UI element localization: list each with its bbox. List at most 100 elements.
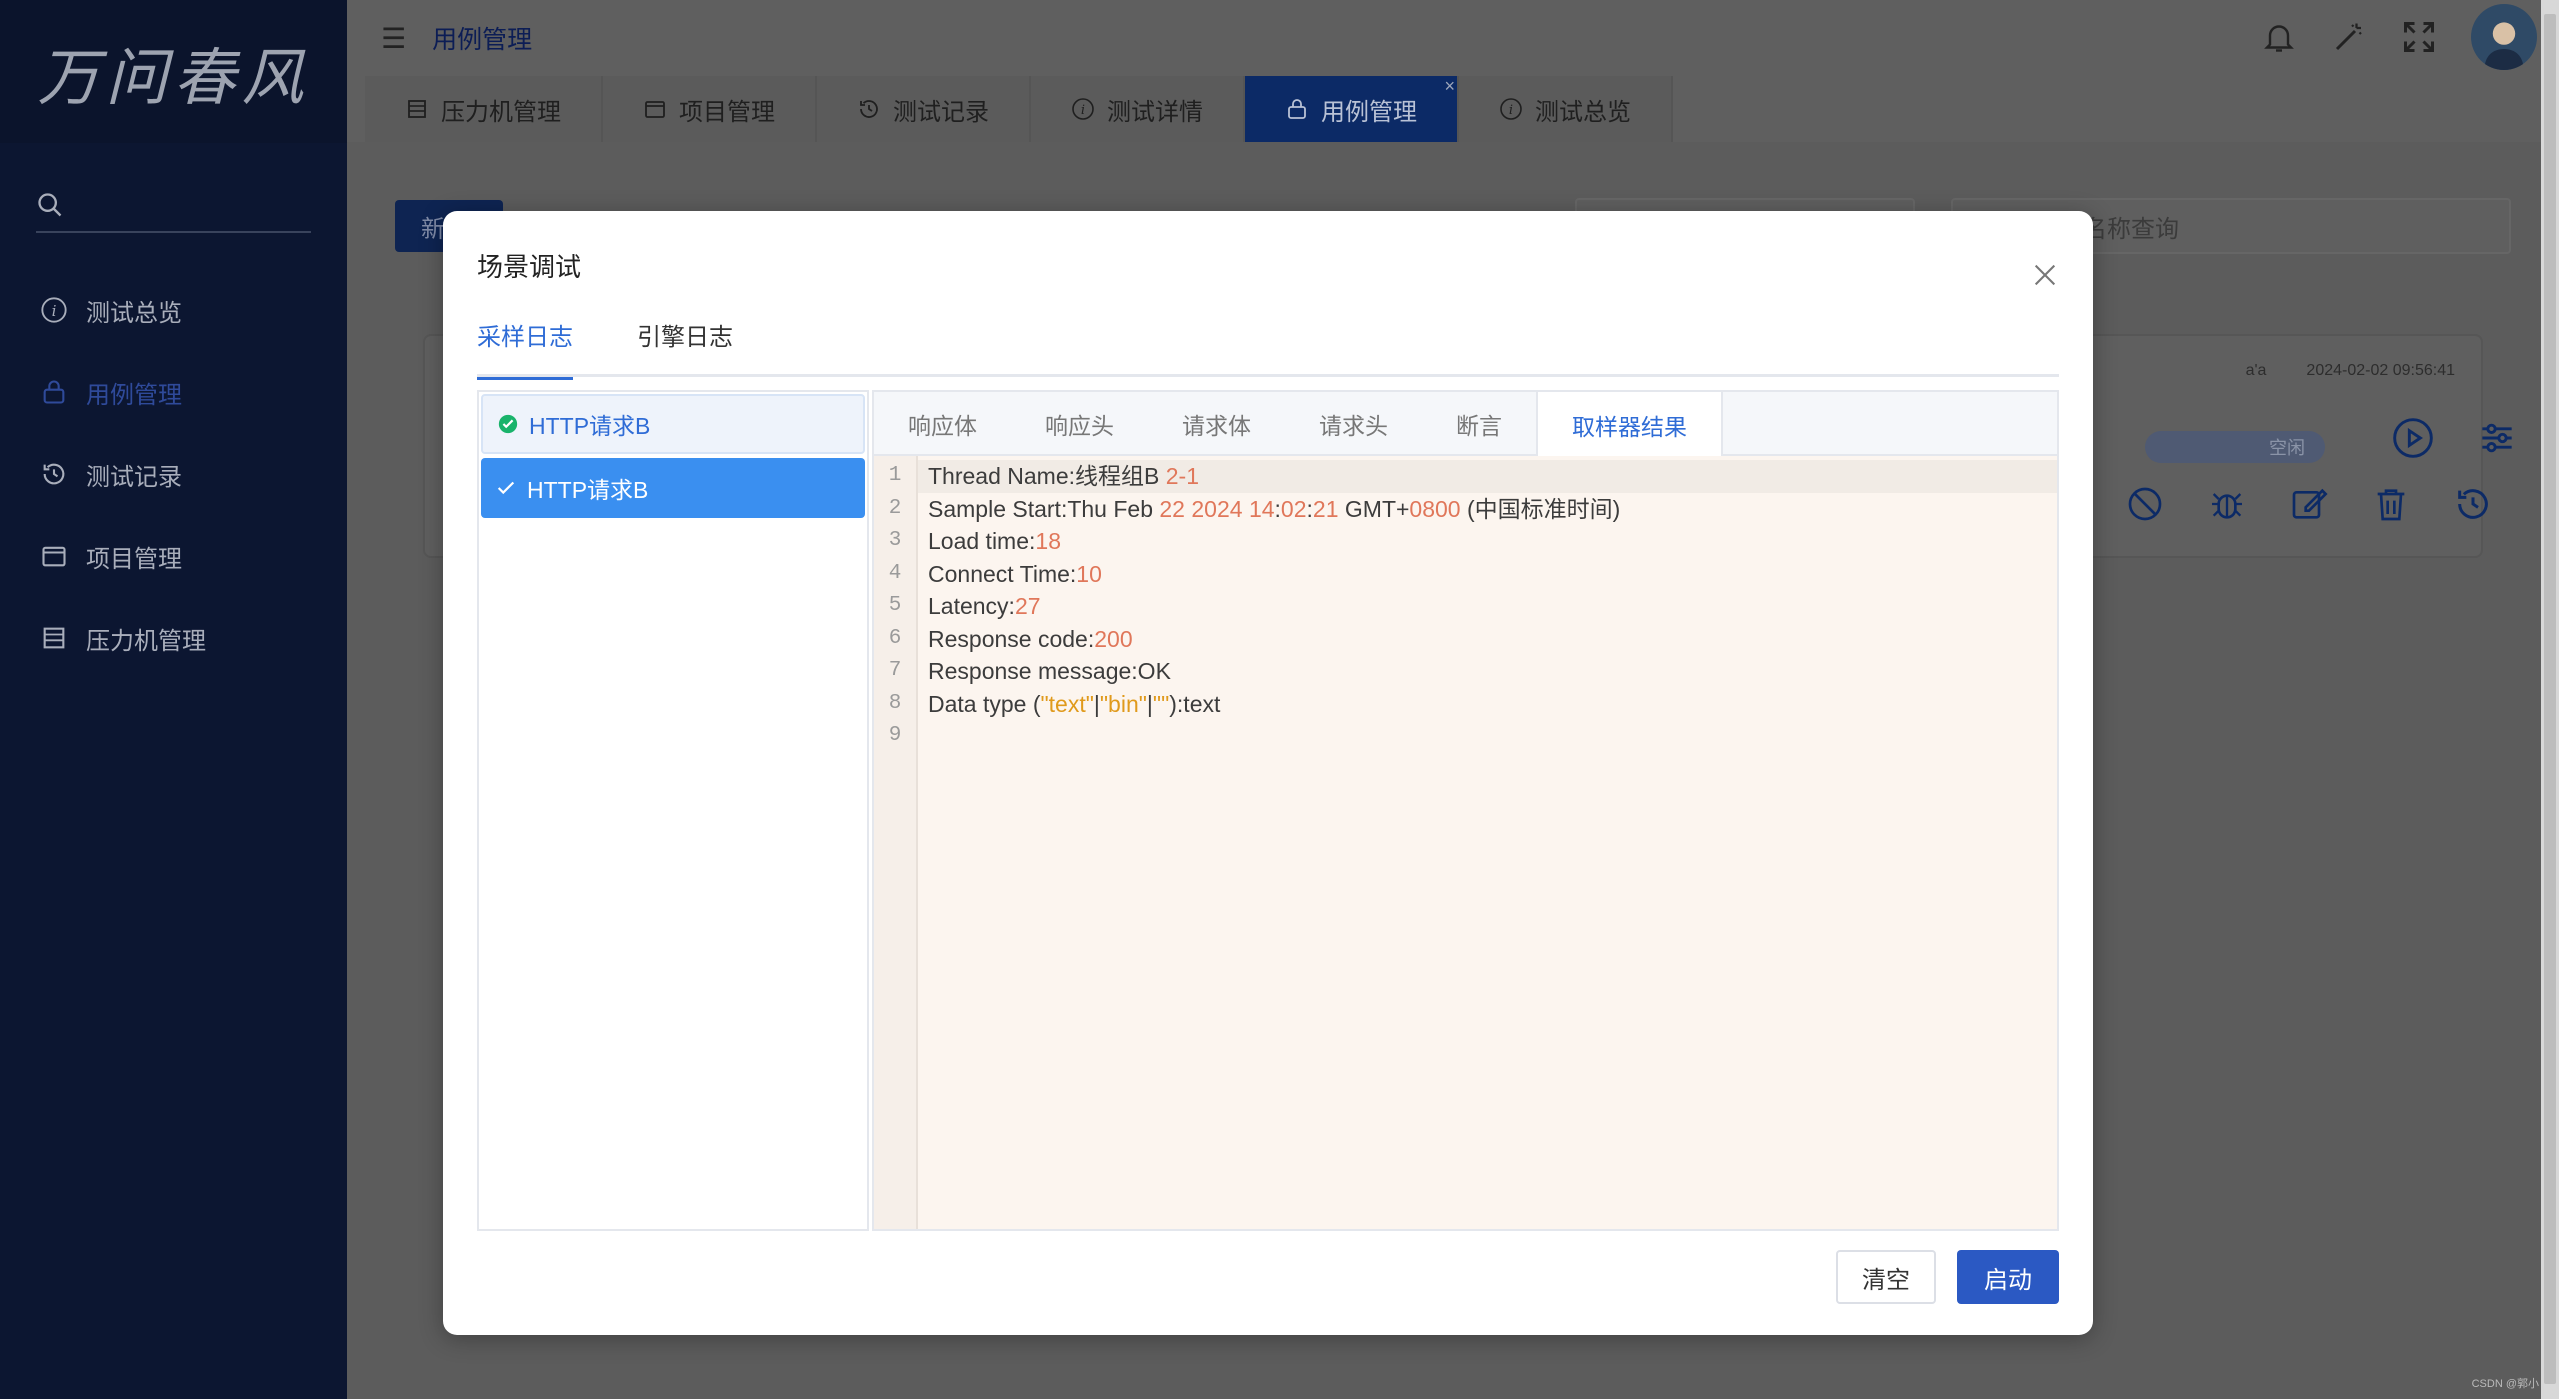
sidebar-item-test-overview[interactable]: i 测试总览 xyxy=(0,269,347,351)
tab-request-body[interactable]: 请求体 xyxy=(1148,392,1285,456)
sidebar-item-label: 压力机管理 xyxy=(86,627,206,655)
menu-toggle-icon[interactable]: ☰ xyxy=(381,22,406,55)
log-tabs: 采样日志 引擎日志 xyxy=(477,307,2059,380)
line-number: 7 xyxy=(888,659,902,682)
card-meta: a'a 2024-02-02 09:56:41 xyxy=(2246,362,2455,380)
settings-sliders-icon[interactable] xyxy=(2475,416,2519,460)
info-icon: i xyxy=(40,296,68,324)
line-number: 8 xyxy=(888,691,902,715)
code-line: Load time:18 xyxy=(928,528,1061,554)
close-icon[interactable] xyxy=(2031,261,2059,289)
scene-debug-dialog: 场景调试 采样日志 引擎日志 HTTP请求B HTTP请求B 响应体 响应头 请… xyxy=(443,211,2093,1335)
code-line: Latency:27 xyxy=(928,593,1041,619)
tab-test-overview[interactable]: i 测试总览 xyxy=(1459,76,1673,142)
line-number: 1 xyxy=(888,464,902,487)
tab-sampler-result[interactable]: 取样器结果 xyxy=(1536,392,1723,458)
code-line: Response code:200 xyxy=(928,625,1133,652)
sample-name: HTTP请求B xyxy=(529,413,651,439)
line-number: 6 xyxy=(888,626,902,650)
tab-test-records[interactable]: 测试记录 xyxy=(817,76,1031,142)
top-bar: ☰ 用例管理 xyxy=(347,0,2559,76)
result-tabs: 响应体 响应头 请求体 请求头 断言 取样器结果 xyxy=(874,392,2057,458)
card-author: a'a xyxy=(2245,362,2267,379)
tab-assertions[interactable]: 断言 xyxy=(1422,392,1536,456)
dialog-title: 场景调试 xyxy=(477,252,582,282)
watermark: CSDN @郭小 xyxy=(2471,1378,2539,1390)
tab-sample-log[interactable]: 采样日志 xyxy=(477,307,573,380)
list-item[interactable]: HTTP请求B xyxy=(481,394,865,454)
tab-response-headers[interactable]: 响应头 xyxy=(1011,392,1148,456)
line-number: 4 xyxy=(888,561,902,585)
line-number-gutter: 1 2 3 4 5 6 7 8 9 xyxy=(874,456,918,1229)
edit-icon[interactable] xyxy=(2289,484,2329,524)
tab-project-management[interactable]: 项目管理 xyxy=(603,76,817,142)
tab-label: 测试总览 xyxy=(1535,98,1631,126)
tab-case-management[interactable]: 用例管理 × xyxy=(1245,76,1459,142)
start-button[interactable]: 启动 xyxy=(1957,1250,2059,1304)
code-viewer[interactable]: 1 2 3 4 5 6 7 8 9 Thread Name:线程组B 2-1 Sample Sta… xyxy=(874,456,2057,1229)
tab-pressure-machine[interactable]: 压力机管理 xyxy=(365,76,603,142)
delete-icon[interactable] xyxy=(2371,484,2411,524)
history-icon xyxy=(857,97,881,121)
tab-label: 项目管理 xyxy=(679,98,775,126)
logo-text: 万问春风 xyxy=(37,40,310,114)
tab-engine-log[interactable]: 引擎日志 xyxy=(637,307,733,377)
sample-name: HTTP请求B xyxy=(527,477,649,503)
sample-list: HTTP请求B HTTP请求B xyxy=(477,390,869,1231)
tab-request-headers[interactable]: 请求头 xyxy=(1285,392,1422,456)
page-tabs: 压力机管理 项目管理 测试记录 i 测试详情 用例管理 × i 测试总览 xyxy=(347,76,2559,142)
play-icon[interactable] xyxy=(2391,416,2435,460)
sidebar-item-project-management[interactable]: 项目管理 xyxy=(0,515,347,597)
window-icon xyxy=(643,97,667,121)
list-item[interactable]: HTTP请求B xyxy=(481,458,865,518)
server-icon xyxy=(40,624,68,652)
code-line: Response message:OK xyxy=(928,658,1171,684)
sidebar-item-label: 项目管理 xyxy=(86,545,182,573)
breadcrumb: 用例管理 xyxy=(432,26,533,54)
tab-label: 压力机管理 xyxy=(441,98,561,126)
sidebar-item-label: 测试总览 xyxy=(86,299,182,327)
checkmark-icon xyxy=(495,477,517,499)
magic-wand-icon[interactable] xyxy=(2331,19,2367,55)
code-line: Thread Name:线程组B 2-1 xyxy=(918,460,2057,493)
card-actions-top xyxy=(2391,416,2519,460)
page-scrollbar[interactable] xyxy=(2541,0,2559,1399)
tab-close-icon[interactable]: × xyxy=(1444,76,1455,97)
window-icon xyxy=(40,542,68,570)
sidebar-item-test-records[interactable]: 测试记录 xyxy=(0,433,347,515)
svg-text:i: i xyxy=(1509,103,1513,118)
code-line: Connect Time:10 xyxy=(928,560,1102,587)
sidebar-item-case-management[interactable]: 用例管理 xyxy=(0,351,347,433)
code-line: Sample Start:Thu Feb 22 2024 14:02:21 GM… xyxy=(928,495,1621,522)
info-icon: i xyxy=(1071,97,1095,121)
debug-icon[interactable] xyxy=(2207,484,2247,524)
svg-text:i: i xyxy=(52,302,57,320)
sidebar-item-pressure-machine[interactable]: 压力机管理 xyxy=(0,597,347,679)
top-actions xyxy=(2261,4,2537,70)
tab-label: 测试记录 xyxy=(893,98,989,126)
tab-test-details[interactable]: i 测试详情 xyxy=(1031,76,1245,142)
status-badge: 空闲 xyxy=(2145,431,2325,463)
tab-label: 用例管理 xyxy=(1321,98,1417,126)
search-icon xyxy=(38,193,62,217)
bell-icon[interactable] xyxy=(2261,19,2297,55)
line-number: 2 xyxy=(888,496,902,520)
history-icon xyxy=(40,460,68,488)
avatar[interactable] xyxy=(2471,4,2537,70)
app-logo: 万问春风 xyxy=(0,0,347,143)
sidebar-item-label: 用例管理 xyxy=(86,381,182,409)
lock-icon xyxy=(1285,97,1309,121)
code-line: Data type ("text"|"bin"|""):text xyxy=(928,690,1221,717)
card-timestamp: 2024-02-02 09:56:41 xyxy=(2306,362,2455,379)
disable-icon[interactable] xyxy=(2125,484,2165,524)
scrollbar-thumb[interactable] xyxy=(2544,14,2556,1384)
clear-button[interactable]: 清空 xyxy=(1836,1250,1936,1304)
fullscreen-icon[interactable] xyxy=(2401,19,2437,55)
card-actions-bottom xyxy=(2125,484,2493,524)
lock-icon xyxy=(40,378,68,406)
sidebar-search[interactable] xyxy=(36,179,311,233)
tab-response-body[interactable]: 响应体 xyxy=(874,392,1011,456)
sidebar: 万问春风 i 测试总览 用例管理 测试记录 项目管理 压力机管理 xyxy=(0,0,347,1399)
line-number: 9 xyxy=(888,724,902,747)
history-icon[interactable] xyxy=(2453,484,2493,524)
